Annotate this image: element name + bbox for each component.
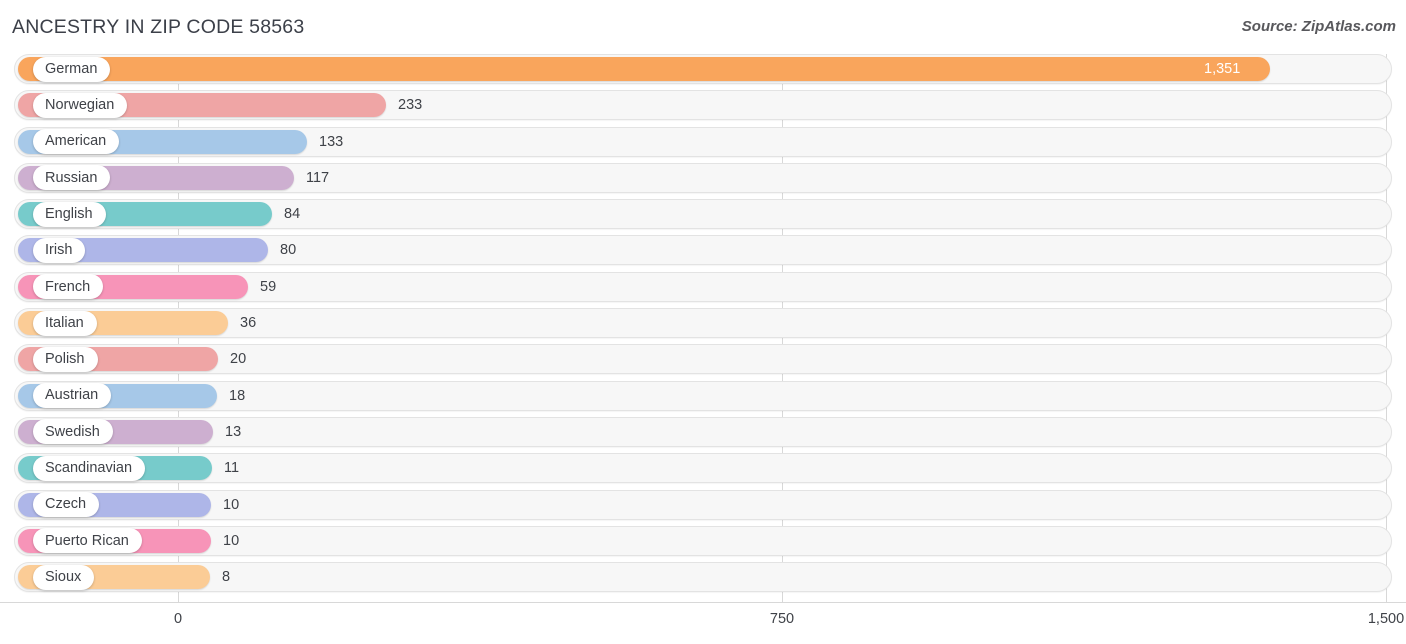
axis-tick-label: 750: [769, 611, 795, 627]
bar-value-label: 8: [222, 569, 231, 586]
bar-track: [14, 562, 1392, 593]
category-label-pill: German: [33, 56, 111, 82]
bar-value-label: 1,351: [1204, 61, 1241, 77]
bar-row[interactable]: Puerto Rican 10: [0, 525, 1406, 556]
bar: [18, 57, 1270, 81]
bar-row[interactable]: English 84: [0, 199, 1406, 230]
chart-root: ANCESTRY IN ZIP CODE 58563 Source: ZipAt…: [0, 0, 1406, 644]
bar-value-label: 13: [225, 423, 242, 440]
bar-track: [14, 380, 1392, 411]
category-label: Czech: [45, 496, 87, 513]
bar-row[interactable]: Russian 117: [0, 162, 1406, 193]
page-title: ANCESTRY IN ZIP CODE 58563: [12, 16, 305, 38]
category-label: American: [45, 133, 107, 150]
bar-row[interactable]: German 1,351: [0, 54, 1406, 84]
category-label: French: [45, 278, 91, 295]
category-label: English: [45, 205, 93, 222]
category-label: Italian: [45, 314, 84, 331]
bar-value-label: 10: [223, 496, 240, 513]
category-label-pill: Irish: [33, 237, 86, 263]
bar-value-label: 36: [240, 315, 257, 332]
category-label: Scandinavian: [45, 460, 133, 477]
category-label-pill: Czech: [33, 492, 100, 518]
category-label: Puerto Rican: [45, 532, 129, 549]
category-label-pill: Russian: [33, 165, 111, 191]
bar-rows: German 1,351 Norwegian 233 American 133 Russia…: [0, 54, 1406, 598]
bar-value-label: 18: [229, 387, 246, 404]
axis-tick-label: 0: [173, 611, 183, 627]
category-label: Sioux: [45, 568, 82, 585]
bar-value-label: 20: [230, 351, 247, 368]
bar-value-label: 11: [224, 460, 240, 477]
category-label: Irish: [45, 242, 73, 259]
bar-value-label: 84: [284, 206, 301, 223]
bar-track: [14, 489, 1392, 520]
plot-area: German 1,351 Norwegian 233 American 133 Russia…: [0, 54, 1406, 602]
bar-value-label: 80: [280, 242, 297, 259]
category-label-pill: English: [33, 201, 106, 227]
bar-track: [14, 525, 1392, 556]
bar-row[interactable]: Polish 20: [0, 344, 1406, 375]
bar-row[interactable]: Sioux 8: [0, 562, 1406, 593]
category-label-pill: American: [33, 129, 120, 155]
category-label-pill: Italian: [33, 310, 97, 336]
bar-row[interactable]: Czech 10: [0, 489, 1406, 520]
bar-track: [14, 416, 1392, 447]
category-label-pill: Swedish: [33, 419, 113, 445]
category-label: Polish: [45, 351, 85, 368]
bar-value-label: 233: [398, 97, 423, 114]
category-label-pill: Scandinavian: [33, 455, 146, 481]
category-label-pill: Polish: [33, 346, 98, 372]
bar-value-label: 59: [260, 278, 277, 295]
bar-value-label: 133: [319, 133, 344, 150]
category-label-pill: Puerto Rican: [33, 528, 142, 554]
category-label-pill: Norwegian: [33, 92, 128, 118]
axis-tick-label: 1,500: [1367, 611, 1405, 627]
bar-row[interactable]: Irish 80: [0, 235, 1406, 266]
category-label: German: [45, 60, 98, 77]
category-label-pill: French: [33, 274, 104, 300]
source-attribution: Source: ZipAtlas.com: [1241, 18, 1396, 35]
bar-row[interactable]: Swedish 13: [0, 416, 1406, 447]
x-axis: 0 750 1,500: [0, 602, 1406, 644]
category-label: Russian: [45, 169, 98, 186]
category-label-pill: Austrian: [33, 383, 112, 409]
bar-value-label: 117: [306, 169, 330, 186]
category-label: Austrian: [45, 387, 99, 404]
bar-value-label: 10: [223, 532, 240, 549]
bar-row[interactable]: Norwegian 233: [0, 90, 1406, 121]
bar-track: [14, 344, 1392, 375]
bar-row[interactable]: Italian 36: [0, 308, 1406, 339]
bar-row[interactable]: French 59: [0, 271, 1406, 302]
category-label-pill: Sioux: [33, 564, 95, 590]
bar-track: [14, 453, 1392, 484]
category-label: Norwegian: [45, 97, 115, 114]
category-label: Swedish: [45, 423, 100, 440]
bar-row[interactable]: American 133: [0, 126, 1406, 157]
bar-row[interactable]: Austrian 18: [0, 380, 1406, 411]
bar-row[interactable]: Scandinavian 11: [0, 453, 1406, 484]
